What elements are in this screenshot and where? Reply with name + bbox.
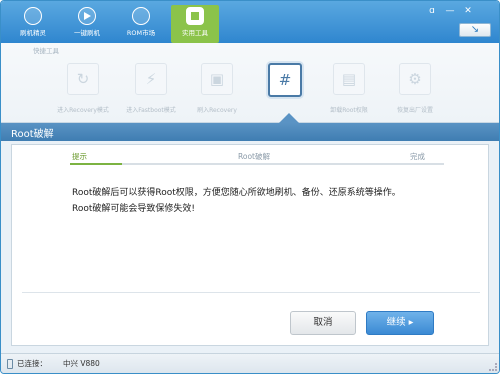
continue-button[interactable]: 继续 ▸	[366, 311, 434, 335]
step-tip: 提示	[72, 152, 87, 161]
tool-strip-title: 快捷工具	[33, 47, 59, 55]
section-title: Root破解	[11, 129, 54, 140]
tool-enter-fastboot[interactable]: ⚡ 进入Fastboot模式	[119, 63, 183, 114]
minimize-button[interactable]: —	[445, 6, 455, 16]
step-done: 完成	[410, 152, 425, 161]
tool-label: 刷入Recovery	[197, 107, 237, 114]
android-icon	[132, 7, 150, 25]
tool-unroot[interactable]: ▤ 卸载Root权限	[317, 63, 381, 114]
nav-item-flash-genie[interactable]: 刷机精灵	[9, 5, 57, 41]
info-line-2: Root破解可能会导致保修失效!	[72, 204, 195, 214]
resize-grip[interactable]	[489, 363, 497, 371]
cancel-button[interactable]: 取消	[290, 311, 356, 335]
nav-item-label: 刷机精灵	[20, 29, 46, 37]
tool-label: 进入Fastboot模式	[126, 107, 176, 114]
play-icon	[78, 7, 96, 25]
tool-label: 卸载Root权限	[330, 107, 368, 114]
gear-icon: ⚙	[399, 63, 431, 95]
connection-status: 已连接：	[17, 359, 47, 368]
info-message: Root破解后可以获得Root权限，方便您随心所欲地刷机、备份、还原系统等操作。…	[72, 185, 401, 217]
lightning-icon: ⚡	[135, 63, 167, 95]
refresh-icon: ↻	[67, 63, 99, 95]
nav-item-rom-market[interactable]: ROM市场	[117, 5, 165, 41]
tablet-icon: ▣	[201, 63, 233, 95]
step-root-crack: Root破解	[238, 152, 270, 161]
nav-item-label: ROM市场	[126, 29, 156, 37]
status-bar: 已连接： 中兴 V880	[1, 353, 499, 373]
device-name: 中兴 V880	[63, 359, 100, 368]
arrow-right-icon: ▸	[408, 317, 414, 328]
phone-icon	[7, 359, 13, 369]
nav-item-one-click-flash[interactable]: 一键刷机	[63, 5, 111, 41]
nav-item-label: 实用工具	[182, 29, 208, 37]
root-crack-panel: 提示 Root破解 完成 Root破解后可以获得Root权限，方便您随心所欲地刷…	[11, 144, 489, 346]
section-header: Root破解	[1, 123, 499, 141]
top-nav: 刷机精灵 一键刷机 ROM市场 实用工具 ɑ — ✕ ↘	[1, 1, 499, 43]
tool-flash-recovery[interactable]: ▣ 刷入Recovery	[185, 63, 249, 114]
selection-pointer	[279, 113, 299, 123]
tool-label: 恢复出厂设置	[396, 107, 433, 114]
step-progress-bar	[70, 163, 444, 165]
tool-strip: 快捷工具 ↻ 进入Recovery模式 ⚡ 进入Fastboot模式 ▣ 刷入R…	[1, 43, 499, 123]
tool-label: 进入Recovery模式	[57, 107, 109, 114]
unroot-icon: ▤	[333, 63, 365, 95]
logo-icon	[24, 7, 42, 25]
step-progress-fill	[70, 163, 123, 165]
tool-root-crack[interactable]: #	[253, 63, 317, 97]
divider	[22, 292, 480, 293]
tools-icon	[186, 7, 204, 25]
continue-label: 继续	[386, 317, 406, 328]
refresh-button[interactable]: ↘	[459, 23, 491, 37]
tool-factory-reset[interactable]: ⚙ 恢复出厂设置	[383, 63, 447, 114]
app-window: 刷机精灵 一键刷机 ROM市场 实用工具 ɑ — ✕ ↘ 快捷工具 ↻ 进入Re…	[0, 0, 500, 374]
root-android-icon: #	[268, 63, 302, 97]
info-line-1: Root破解后可以获得Root权限，方便您随心所欲地刷机、备份、还原系统等操作。	[72, 188, 401, 198]
settings-icon[interactable]: ɑ	[427, 6, 437, 16]
close-button[interactable]: ✕	[463, 6, 473, 16]
tool-enter-recovery[interactable]: ↻ 进入Recovery模式	[51, 63, 115, 114]
nav-item-tools[interactable]: 实用工具	[171, 5, 219, 43]
nav-item-label: 一键刷机	[74, 29, 100, 37]
